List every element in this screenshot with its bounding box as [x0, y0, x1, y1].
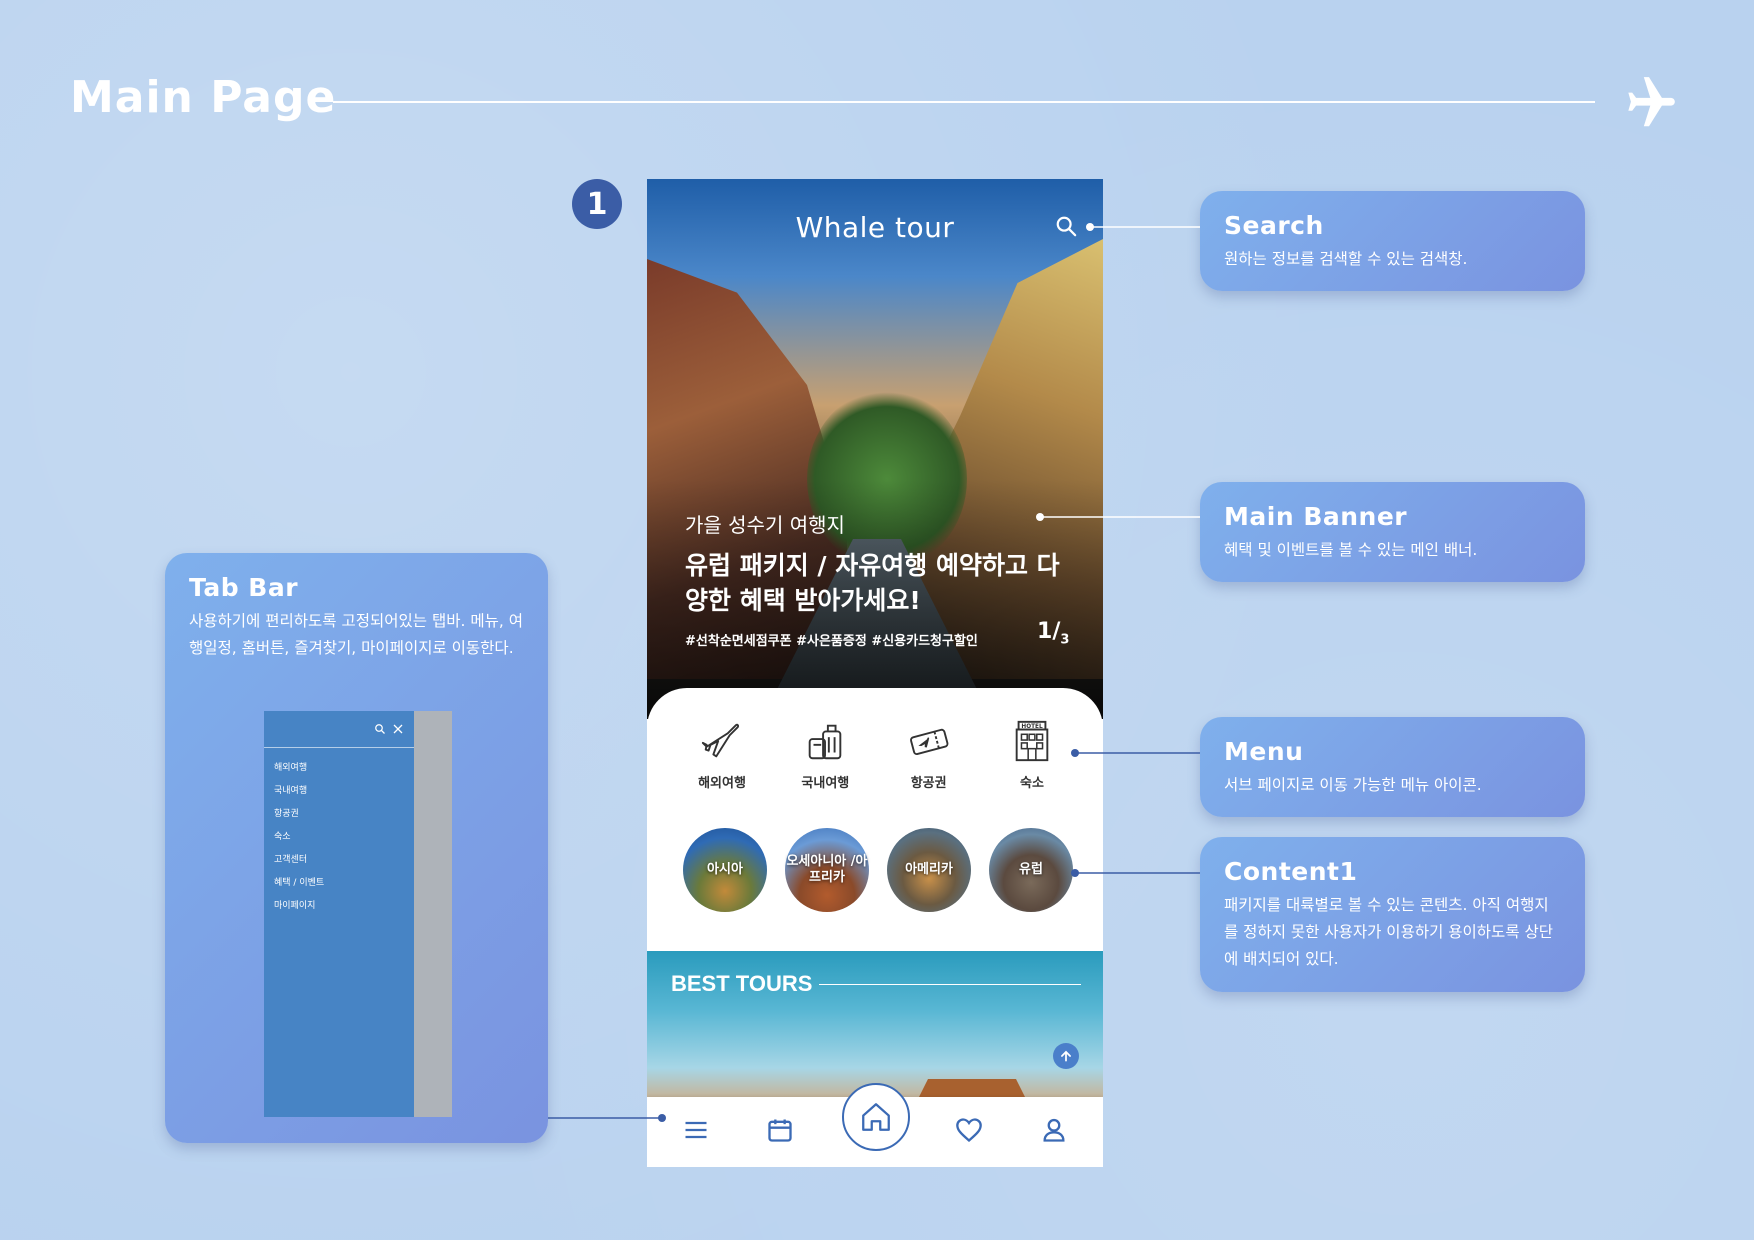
- callout-desc: 원하는 정보를 검색할 수 있는 검색창.: [1224, 250, 1468, 268]
- sidebar-list: 해외여행 국내여행 항공권 숙소 고객센터 혜택 / 이벤트 마이페이지: [274, 757, 324, 918]
- callout-desc: 혜택 및 이벤트를 볼 수 있는 메인 배너.: [1224, 541, 1478, 559]
- menu-label: 국내여행: [801, 776, 850, 791]
- arrow-up-icon: [1061, 1050, 1071, 1062]
- page-title: Main Page: [70, 72, 337, 123]
- tab-home[interactable]: [842, 1083, 910, 1151]
- tab-mypage[interactable]: [1039, 1115, 1069, 1145]
- calendar-icon: [768, 1119, 792, 1142]
- callout-desc: 패키지를 대륙별로 볼 수 있는 콘텐츠. 아직 여행지를 정하지 못한 사용자…: [1224, 896, 1554, 968]
- banner-text: 가을 성수기 여행지 유럽 패키지 / 자유여행 예약하고 다양한 혜택 받아가…: [685, 509, 1065, 649]
- callout-title: Content1: [1224, 857, 1358, 886]
- home-icon: [862, 1103, 890, 1131]
- callout-menu: Menu 서브 페이지로 이동 가능한 메뉴 아이콘.: [1200, 717, 1585, 817]
- region-america[interactable]: 아메리카: [887, 828, 971, 912]
- callout-content1: Content1 패키지를 대륙별로 볼 수 있는 콘텐츠. 아직 여행지를 정…: [1200, 837, 1585, 992]
- tab-favorites[interactable]: [954, 1115, 984, 1145]
- tab-schedule[interactable]: [765, 1115, 795, 1145]
- callout-title: Menu: [1224, 737, 1304, 766]
- tab-menu[interactable]: [681, 1115, 711, 1145]
- sidebar-item-flights[interactable]: 항공권: [274, 803, 324, 826]
- menu-item-domestic[interactable]: 국내여행: [775, 718, 875, 791]
- search-icon[interactable]: [1055, 215, 1077, 237]
- main-banner[interactable]: Whale tour 가을 성수기 여행지 유럽 패키지 / 자유여행 예약하고…: [647, 179, 1103, 719]
- region-row: 아시아 오세아니아 /아프리카 아메리카 유럽: [683, 828, 1073, 912]
- app-logo: Whale tour: [795, 211, 955, 244]
- callout-desc: 서브 페이지로 이동 가능한 메뉴 아이콘.: [1224, 776, 1482, 794]
- user-icon: [1043, 1118, 1065, 1142]
- banner-page-current: 1: [1037, 619, 1053, 644]
- scroll-top-button[interactable]: [1053, 1043, 1079, 1069]
- callout-tab-bar: Tab Bar 사용하기에 편리하도록 고정되어있는 탭바. 메뉴, 여행일정,…: [165, 553, 548, 1143]
- region-europe[interactable]: 유럽: [989, 828, 1073, 912]
- callout-search: Search 원하는 정보를 검색할 수 있는 검색창.: [1200, 191, 1585, 291]
- sidebar-item-support[interactable]: 고객센터: [274, 849, 324, 872]
- banner-headline: 유럽 패키지 / 자유여행 예약하고 다양한 혜택 받아가세요!: [685, 551, 1060, 615]
- region-oceania-africa[interactable]: 오세아니아 /아프리카: [785, 828, 869, 912]
- callout-desc: 사용하기에 편리하도록 고정되어있는 탭바. 메뉴, 여행일정, 홈버튼, 즐겨…: [189, 612, 523, 657]
- luggage-icon: [809, 724, 842, 760]
- ticket-icon: [909, 728, 949, 756]
- menu-item-flights[interactable]: 항공권: [879, 718, 979, 791]
- sidebar-item-domestic[interactable]: 국내여행: [274, 780, 324, 803]
- callout-title: Tab Bar: [189, 573, 299, 602]
- sidebar-item-events[interactable]: 혜택 / 이벤트: [274, 872, 324, 895]
- banner-tags: #선착순면세점쿠폰 #사은품증정 #신용카드청구할인: [685, 634, 978, 649]
- sidebar-item-mypage[interactable]: 마이페이지: [274, 895, 324, 918]
- menu-label: 항공권: [910, 776, 947, 791]
- sidebar-item-overseas[interactable]: 해외여행: [274, 757, 324, 780]
- menu-label: 해외여행: [698, 776, 746, 791]
- callout-title: Main Banner: [1224, 502, 1408, 531]
- title-divider: [333, 101, 1595, 103]
- menu-icon: [685, 1121, 707, 1139]
- menu-item-overseas[interactable]: 해외여행: [672, 718, 772, 791]
- close-icon[interactable]: [392, 723, 404, 735]
- menu-row: 해외여행 국내여행 항공권 HOTEL 숙소: [672, 718, 1082, 791]
- best-tours-title: BEST TOURS: [671, 971, 813, 996]
- menu-label: 숙소: [1020, 776, 1044, 791]
- airplane-icon: [1628, 77, 1675, 127]
- best-tours-divider: [819, 984, 1081, 985]
- sidebar-item-hotel[interactable]: 숙소: [274, 826, 324, 849]
- step-badge: 1: [572, 179, 622, 229]
- hotel-icon: HOTEL: [1015, 720, 1049, 762]
- heart-icon: [956, 1118, 982, 1143]
- banner-subtitle: 가을 성수기 여행지: [685, 513, 845, 537]
- banner-pagination: 1/3: [1037, 619, 1070, 648]
- callout-main-banner: Main Banner 혜택 및 이벤트를 볼 수 있는 메인 배너.: [1200, 482, 1585, 582]
- callout-title: Search: [1224, 211, 1324, 240]
- sidebar-scrim: [414, 711, 452, 1117]
- sidebar-header: [264, 711, 414, 748]
- sidebar-preview: 해외여행 국내여행 항공권 숙소 고객센터 혜택 / 이벤트 마이페이지: [264, 711, 452, 1117]
- menu-item-hotel[interactable]: HOTEL 숙소: [982, 718, 1082, 791]
- region-asia[interactable]: 아시아: [683, 828, 767, 912]
- airplane-icon: [701, 723, 740, 758]
- best-tours-section: BEST TOURS: [647, 951, 1103, 1101]
- menu-panel: 해외여행 국내여행 항공권 HOTEL 숙소 아시아 오세아니아 /아프리카 아…: [647, 688, 1103, 968]
- search-icon[interactable]: [374, 723, 386, 735]
- tab-bar: [647, 1083, 1103, 1167]
- phone-mockup: Whale tour 가을 성수기 여행지 유럽 패키지 / 자유여행 예약하고…: [647, 179, 1103, 1167]
- banner-page-total: 3: [1060, 632, 1070, 648]
